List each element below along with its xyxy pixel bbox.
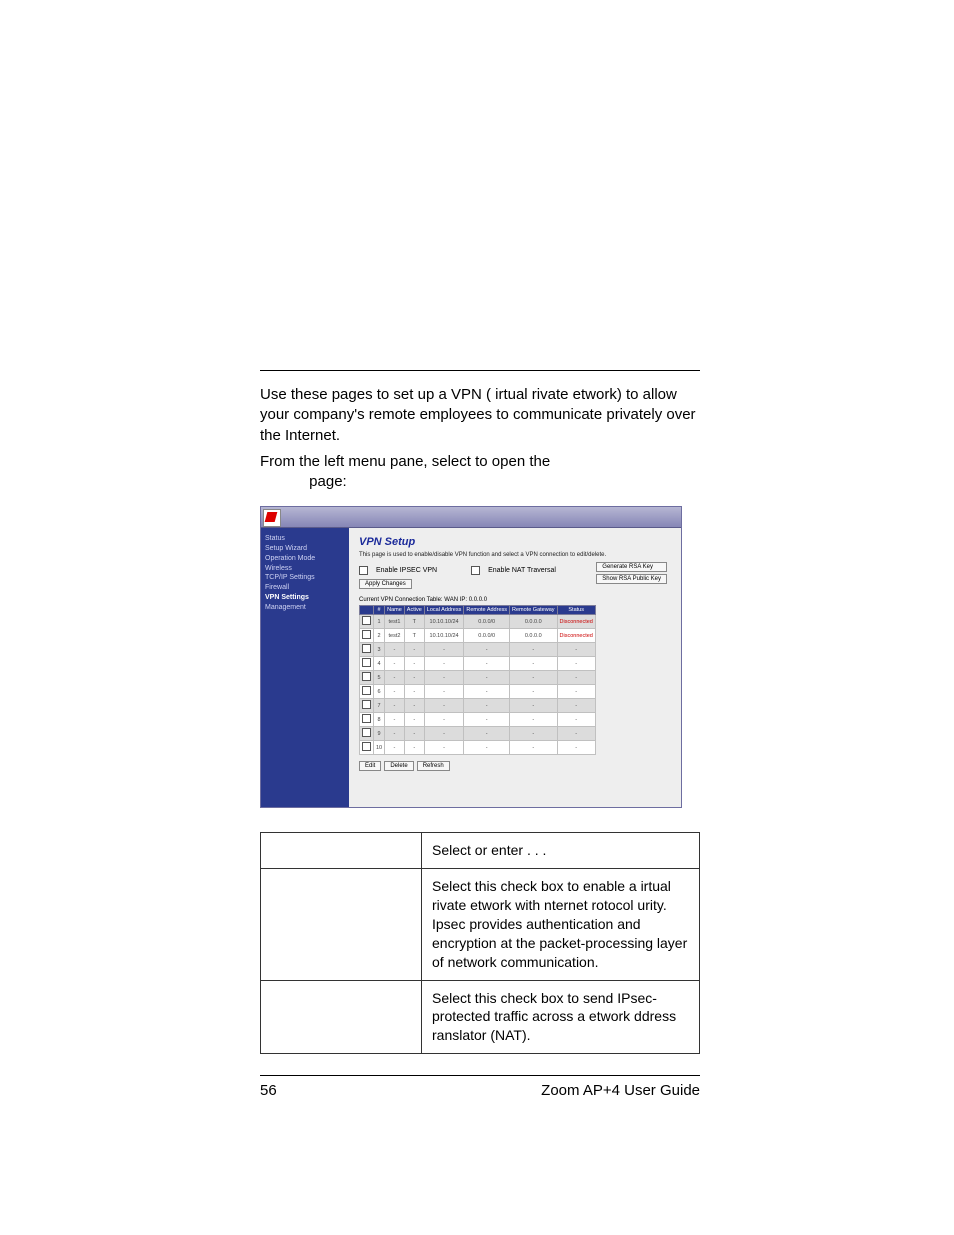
desc-key xyxy=(261,869,422,980)
col-header: Active xyxy=(404,606,424,615)
col-header xyxy=(360,606,374,615)
col-header: Remote Gateway xyxy=(510,606,558,615)
table-row[interactable]: 4------ xyxy=(360,657,596,671)
guide-title: Zoom AP+4 User Guide xyxy=(541,1082,700,1099)
delete-button[interactable]: Delete xyxy=(384,761,413,771)
sidebar-item[interactable]: Operation Mode xyxy=(265,554,345,564)
page-footer: 56 Zoom AP+4 User Guide xyxy=(260,1075,700,1099)
row-select-checkbox[interactable] xyxy=(362,658,371,667)
sidebar-nav: Status Setup Wizard Operation Mode Wirel… xyxy=(261,528,349,808)
desc-value: Select this check box to send IPsec-prot… xyxy=(422,980,700,1054)
sidebar-item[interactable]: Setup Wizard xyxy=(265,544,345,554)
row-select-checkbox[interactable] xyxy=(362,616,371,625)
desc-key xyxy=(261,833,422,869)
main-panel: VPN Setup This page is used to enable/di… xyxy=(349,528,681,808)
router-screenshot: Status Setup Wizard Operation Mode Wirel… xyxy=(260,506,682,808)
row-select-checkbox[interactable] xyxy=(362,686,371,695)
brand-logo-icon xyxy=(263,509,281,527)
row-select-checkbox[interactable] xyxy=(362,742,371,751)
table-row[interactable]: 2test2T10.10.10/240.0.0/00.0.0.0Disconne… xyxy=(360,629,596,643)
apply-button[interactable]: Apply Changes xyxy=(359,579,412,589)
desc-value: Select this check box to enable a irtual… xyxy=(422,869,700,980)
sidebar-item[interactable]: Status xyxy=(265,534,345,544)
table-row[interactable]: 8------ xyxy=(360,713,596,727)
panel-title: VPN Setup xyxy=(359,536,671,548)
table-row[interactable]: 1test1T10.10.10/240.0.0/00.0.0.0Disconne… xyxy=(360,615,596,629)
sidebar-item[interactable]: Management xyxy=(265,603,345,613)
row-select-checkbox[interactable] xyxy=(362,630,371,639)
edit-button[interactable]: Edit xyxy=(359,761,381,771)
enable-ipsec-checkbox[interactable] xyxy=(359,566,368,575)
refresh-button[interactable]: Refresh xyxy=(417,761,450,771)
col-header: Name xyxy=(385,606,405,615)
page-number: 56 xyxy=(260,1082,277,1099)
txt: page: xyxy=(305,473,347,490)
desc-header: Select or enter . . . xyxy=(422,833,700,869)
row-select-checkbox[interactable] xyxy=(362,714,371,723)
txt: From the left menu pane, select xyxy=(260,453,475,470)
vpn-connection-table: #NameActiveLocal AddressRemote AddressRe… xyxy=(359,605,596,755)
col-header: Status xyxy=(557,606,595,615)
generate-rsa-button[interactable]: Generate RSA Key xyxy=(596,562,667,572)
field-description-table: Select or enter . . . Select this check … xyxy=(260,832,700,1054)
enable-nat-label: Enable NAT Traversal xyxy=(488,567,556,574)
table-row[interactable]: 9------ xyxy=(360,727,596,741)
panel-subtitle: This page is used to enable/disable VPN … xyxy=(359,552,671,558)
sidebar-item[interactable]: Wireless xyxy=(265,564,345,574)
table-row[interactable]: 7------ xyxy=(360,699,596,713)
table-row[interactable]: 3------ xyxy=(360,643,596,657)
col-header: # xyxy=(374,606,385,615)
sidebar-item[interactable]: Firewall xyxy=(265,583,345,593)
table-row[interactable]: 5------ xyxy=(360,671,596,685)
sidebar-item-selected[interactable]: VPN Settings xyxy=(265,593,345,603)
sidebar-item[interactable]: TCP/IP Settings xyxy=(265,573,345,583)
instruction-para: From the left menu pane, select to open … xyxy=(260,452,700,493)
table-row[interactable]: 10------ xyxy=(360,741,596,755)
row-select-checkbox[interactable] xyxy=(362,644,371,653)
txt: to open the xyxy=(475,453,550,470)
row-select-checkbox[interactable] xyxy=(362,672,371,681)
rule-top xyxy=(260,370,700,371)
intro-para: Use these pages to set up a VPN ( irtual… xyxy=(260,385,700,446)
show-rsa-button[interactable]: Show RSA Public Key xyxy=(596,574,667,584)
row-select-checkbox[interactable] xyxy=(362,728,371,737)
table-caption: Current VPN Connection Table: WAN IP: 0.… xyxy=(359,597,671,603)
col-header: Remote Address xyxy=(464,606,510,615)
col-header: Local Address xyxy=(424,606,464,615)
desc-key xyxy=(261,980,422,1054)
window-titlebar xyxy=(261,507,681,528)
row-select-checkbox[interactable] xyxy=(362,700,371,709)
table-row[interactable]: 6------ xyxy=(360,685,596,699)
enable-ipsec-label: Enable IPSEC VPN xyxy=(376,567,437,574)
enable-nat-checkbox[interactable] xyxy=(471,566,480,575)
